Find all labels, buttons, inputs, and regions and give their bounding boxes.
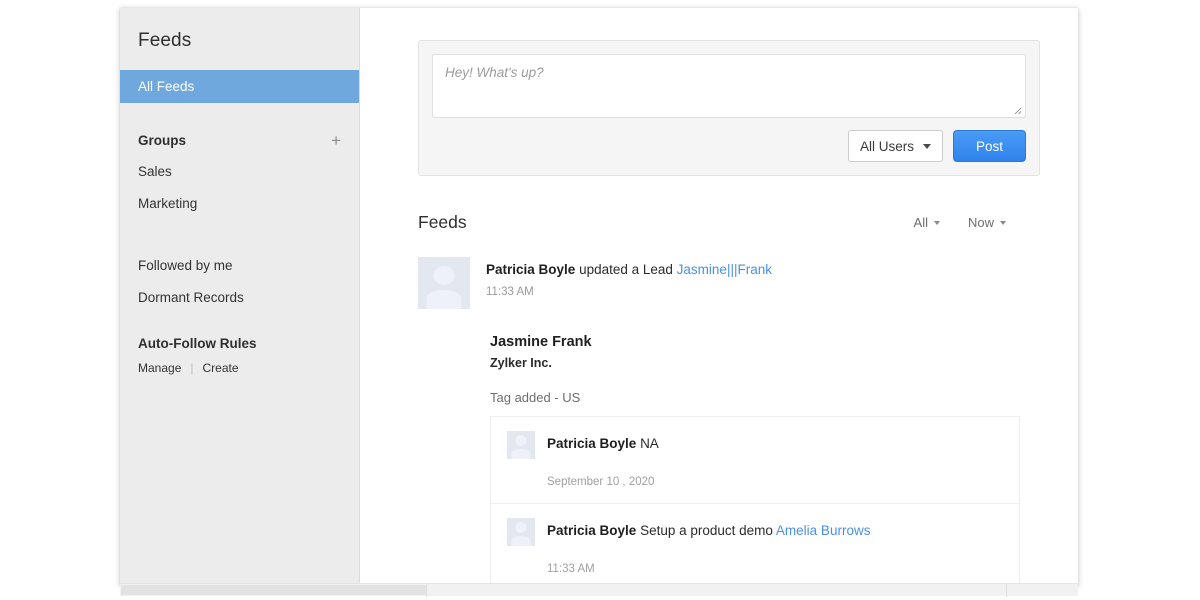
feed-post: Patricia Boyle updated a Lead Jasmine|||… bbox=[418, 257, 1040, 586]
feed-post-header: Patricia Boyle updated a Lead Jasmine|||… bbox=[418, 257, 1040, 309]
sidebar-divider-space bbox=[120, 212, 359, 242]
sidebar-groups-header: Groups + bbox=[120, 132, 359, 149]
comment-message: NA bbox=[640, 436, 659, 451]
filter-now[interactable]: Now bbox=[968, 215, 1006, 230]
auto-follow-rules-links: Manage | Create bbox=[120, 361, 359, 375]
comment-row: Patricia Boyle NA bbox=[507, 431, 1003, 459]
sidebar-item-label: Sales bbox=[138, 164, 172, 179]
manage-link[interactable]: Manage bbox=[138, 361, 181, 375]
filter-all[interactable]: All bbox=[914, 215, 940, 230]
comment-author[interactable]: Patricia Boyle bbox=[547, 523, 636, 538]
sidebar-item-dormant-records[interactable]: Dormant Records bbox=[120, 290, 359, 306]
feed-post-line: Patricia Boyle updated a Lead Jasmine|||… bbox=[486, 260, 772, 279]
feeds-header: Feeds All Now bbox=[418, 212, 1040, 233]
sidebar-item-sales[interactable]: Sales bbox=[120, 164, 359, 180]
feed-post-action: updated a Lead bbox=[579, 262, 673, 277]
chevron-down-icon bbox=[922, 143, 931, 149]
avatar-body bbox=[511, 448, 531, 459]
groups-label: Groups bbox=[138, 133, 187, 148]
avatar-body bbox=[426, 290, 462, 309]
plus-icon[interactable]: + bbox=[331, 132, 341, 149]
sidebar-item-followed-by-me[interactable]: Followed by me bbox=[120, 258, 359, 274]
comment-text: Patricia Boyle NA bbox=[547, 435, 659, 453]
audience-select[interactable]: All Users bbox=[847, 130, 943, 162]
comment-author[interactable]: Patricia Boyle bbox=[547, 436, 636, 451]
sidebar-item-label: Dormant Records bbox=[138, 290, 244, 305]
sidebar: Feeds All Feeds Groups + Sales Marketing… bbox=[120, 8, 360, 586]
app-window: Feeds All Feeds Groups + Sales Marketing… bbox=[120, 8, 1078, 586]
auto-follow-rules-label: Auto-Follow Rules bbox=[138, 336, 257, 351]
sidebar-item-label: All Feeds bbox=[138, 79, 195, 94]
comment-time: September 10 , 2020 bbox=[547, 476, 655, 488]
chevron-down-icon bbox=[933, 220, 940, 225]
avatar bbox=[507, 431, 535, 459]
composer-actions: All Users Post bbox=[432, 130, 1026, 162]
horizontal-scrollbar[interactable] bbox=[120, 583, 1078, 597]
post-textarea[interactable]: Hey! What's up? bbox=[432, 54, 1026, 118]
sidebar-item-all-feeds[interactable]: All Feeds bbox=[120, 70, 359, 103]
record-company: Zylker Inc. bbox=[490, 356, 552, 370]
feed-post-actor[interactable]: Patricia Boyle bbox=[486, 262, 575, 277]
post-composer: Hey! What's up? All Users Post bbox=[418, 40, 1040, 176]
comment-body: Patricia Boyle NA bbox=[547, 431, 659, 453]
comment-mention-link[interactable]: Amelia Burrows bbox=[776, 523, 871, 538]
record-details: Jasmine Frank Zylker Inc. Tag added - US bbox=[490, 333, 1040, 586]
avatar-head bbox=[515, 522, 527, 533]
feed-post-text: Patricia Boyle updated a Lead Jasmine|||… bbox=[486, 257, 772, 309]
scrollbar-thumb[interactable] bbox=[121, 585, 426, 595]
avatar bbox=[507, 518, 535, 546]
create-link[interactable]: Create bbox=[203, 361, 239, 375]
main-content: Hey! What's up? All Users Post Feeds All… bbox=[360, 8, 1078, 586]
link-separator: | bbox=[190, 361, 194, 375]
avatar bbox=[418, 257, 470, 309]
scrollbar-divider bbox=[1006, 584, 1007, 597]
post-button-label: Post bbox=[975, 138, 1003, 154]
comment-text: Patricia Boyle Setup a product demo Amel… bbox=[547, 522, 870, 540]
comment-time: 11:33 AM bbox=[547, 563, 595, 575]
post-button[interactable]: Post bbox=[952, 130, 1026, 162]
avatar-body bbox=[511, 535, 531, 546]
feed-post-record-link[interactable]: Jasmine|||Frank bbox=[677, 262, 772, 277]
sidebar-item-label: Marketing bbox=[138, 196, 198, 211]
feeds-filters: All Now bbox=[914, 215, 1006, 230]
comment-item: Patricia Boyle NA September 10 , 2020 bbox=[491, 417, 1019, 504]
filter-now-label: Now bbox=[967, 215, 994, 230]
record-name[interactable]: Jasmine Frank bbox=[490, 333, 1040, 352]
sidebar-item-label: Followed by me bbox=[138, 258, 233, 273]
filter-all-label: All bbox=[913, 215, 928, 230]
comment-message: Setup a product demo bbox=[640, 523, 773, 538]
chevron-down-icon bbox=[1000, 220, 1006, 225]
sidebar-title: Feeds bbox=[138, 30, 192, 51]
resize-grip-icon[interactable] bbox=[1011, 104, 1022, 115]
audience-select-label: All Users bbox=[859, 138, 914, 154]
record-change: Tag added - US bbox=[490, 390, 581, 405]
scrollbar-divider bbox=[426, 584, 427, 597]
feed-post-time: 11:33 AM bbox=[486, 286, 534, 298]
avatar-head bbox=[433, 265, 455, 285]
comment-list: Patricia Boyle NA September 10 , 2020 Pa… bbox=[490, 416, 1020, 586]
avatar-head bbox=[515, 435, 527, 446]
page-title: Feeds bbox=[418, 212, 467, 232]
post-textarea-placeholder: Hey! What's up? bbox=[445, 65, 544, 80]
comment-item: Patricia Boyle Setup a product demo Amel… bbox=[491, 504, 1019, 586]
sidebar-item-marketing[interactable]: Marketing bbox=[120, 196, 359, 212]
comment-row: Patricia Boyle Setup a product demo Amel… bbox=[507, 518, 1003, 546]
comment-body: Patricia Boyle Setup a product demo Amel… bbox=[547, 518, 870, 540]
